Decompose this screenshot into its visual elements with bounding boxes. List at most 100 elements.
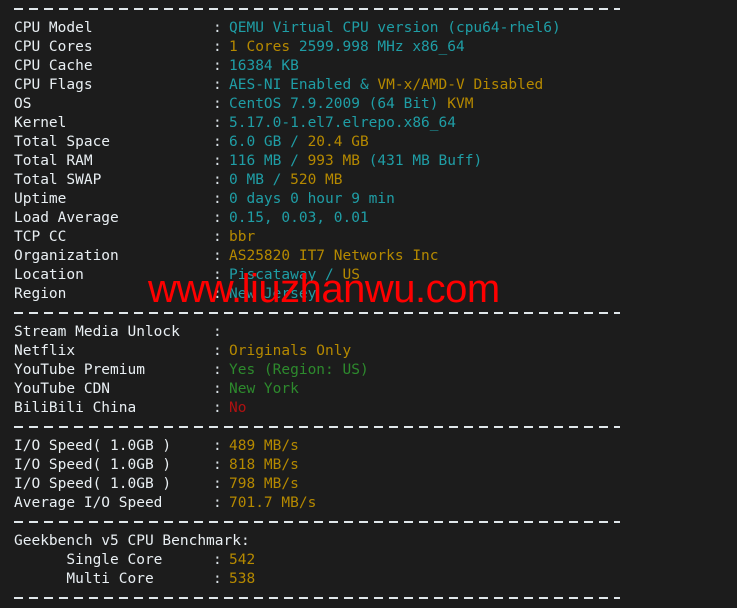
value-segment: 2599.998 MHz x86_64 <box>290 39 465 55</box>
value-segment: AS25820 IT7 Networks Inc <box>229 248 439 264</box>
row-colon: : <box>213 77 222 93</box>
section-io-speed: I/O Speed( 1.0GB ):489 MB/s I/O Speed( 1.… <box>0 437 737 513</box>
row-colon: : <box>213 115 222 131</box>
row-colon: : <box>213 39 222 55</box>
info-row-single-core: Single Core:542 <box>0 551 737 570</box>
value-segment: 701.7 MB/s <box>229 495 317 511</box>
value-segment: VM-x/AMD-V Disabled <box>377 77 544 93</box>
value-segment: 520 MB <box>290 172 343 188</box>
row-value: AES-NI Enabled & VM-x/AMD-V Disabled <box>229 77 543 93</box>
row-value: Originals Only <box>229 343 351 359</box>
value-segment: 20.4 GB <box>307 134 369 150</box>
row-colon: : <box>213 343 222 359</box>
row-label: BiliBili China <box>14 400 137 416</box>
info-row-uptime: Uptime:0 days 0 hour 9 min <box>0 190 737 209</box>
row-value: 0.15, 0.03, 0.01 <box>229 210 369 226</box>
value-segment: 489 MB/s <box>229 438 299 454</box>
value-segment: 0 MB / <box>229 172 291 188</box>
row-label: Total RAM <box>14 153 93 169</box>
row-label: CPU Cache <box>14 58 93 74</box>
row-label: Kernel <box>14 115 67 131</box>
row-colon: : <box>213 457 222 473</box>
info-row-stream-media-unlock: Stream Media Unlock: <box>0 323 737 342</box>
section-geekbench: Single Core:542 Multi Core:538 <box>0 551 737 589</box>
row-colon: : <box>213 571 222 587</box>
value-segment: New Jersey <box>229 286 317 302</box>
row-value: 818 MB/s <box>229 457 299 473</box>
row-value: 116 MB / 993 MB (431 MB Buff) <box>229 153 482 169</box>
separator-io <box>0 418 737 437</box>
info-row-i-o-speed-1-0gb: I/O Speed( 1.0GB ):798 MB/s <box>0 475 737 494</box>
info-row-region: Region: New Jersey <box>0 285 737 304</box>
row-value: AS25820 IT7 Networks Inc <box>229 248 439 264</box>
row-label: Total Space <box>14 134 111 150</box>
row-value: bbr <box>229 229 255 245</box>
row-label: Load Average <box>14 210 119 226</box>
dashed-rule <box>14 521 620 523</box>
value-segment: & <box>351 77 378 93</box>
value-segment: New York <box>229 381 299 397</box>
row-label: Uptime <box>14 191 67 207</box>
row-colon: : <box>213 20 222 36</box>
row-value: Piscataway / US <box>229 267 360 283</box>
row-colon: : <box>213 400 222 416</box>
info-row-multi-core: Multi Core:538 <box>0 570 737 589</box>
row-colon: : <box>213 96 222 112</box>
value-segment: Originals Only <box>229 343 352 359</box>
row-label: Location <box>14 267 84 283</box>
row-colon: : <box>213 495 222 511</box>
value-segment: No <box>229 400 247 416</box>
row-label: Organization <box>14 248 119 264</box>
info-row-os: OS: CentOS 7.9.2009 (64 Bit) KVM <box>0 95 737 114</box>
value-segment: (431 MB Buff) <box>359 153 483 169</box>
row-colon: : <box>213 210 222 226</box>
info-row-total-ram: Total RAM:116 MB / 993 MB (431 MB Buff) <box>0 152 737 171</box>
row-label: I/O Speed( 1.0GB ) <box>14 476 172 492</box>
row-value: CentOS 7.9.2009 (64 Bit) KVM <box>229 96 473 112</box>
info-row-netflix: Netflix: Originals Only <box>0 342 737 361</box>
row-colon: : <box>213 229 222 245</box>
row-label: Total SWAP <box>14 172 102 188</box>
row-colon: : <box>213 134 222 150</box>
row-label: OS <box>14 96 32 112</box>
row-label: CPU Model <box>14 20 93 36</box>
dashed-rule <box>14 312 620 314</box>
row-value: 538 <box>229 571 255 587</box>
row-label: YouTube Premium <box>14 362 145 378</box>
row-value: 489 MB/s <box>229 438 299 454</box>
info-row-youtube-premium: YouTube Premium: Yes (Region: US) <box>0 361 737 380</box>
row-value: QEMU Virtual CPU version (cpu64-rhel6) <box>229 20 561 36</box>
separator-stream <box>0 304 737 323</box>
row-value: 1 Cores 2599.998 MHz x86_64 <box>229 39 465 55</box>
row-colon: : <box>213 153 222 169</box>
value-segment: Piscataway / <box>229 267 343 283</box>
info-row-i-o-speed-1-0gb: I/O Speed( 1.0GB ):818 MB/s <box>0 456 737 475</box>
row-colon: : <box>213 438 222 454</box>
info-row-load-average: Load Average:0.15, 0.03, 0.01 <box>0 209 737 228</box>
value-segment: 0 days 0 hour 9 min <box>229 191 395 207</box>
section-stream-media: Stream Media Unlock: Netflix: Originals On… <box>0 323 737 418</box>
value-segment: 5.17.0-1.el7.elrepo.x86_64 <box>229 115 456 131</box>
row-colon: : <box>213 552 222 568</box>
value-segment: 0.15, 0.03, 0.01 <box>229 210 369 226</box>
row-colon: : <box>213 324 222 340</box>
separator-bottom <box>0 589 737 608</box>
info-row-average-i-o-speed: Average I/O Speed:701.7 MB/s <box>0 494 737 513</box>
row-value: 5.17.0-1.el7.elrepo.x86_64 <box>229 115 456 131</box>
row-value: 798 MB/s <box>229 476 299 492</box>
row-value: No <box>229 400 246 416</box>
row-value: 16384 KB <box>229 58 299 74</box>
row-label: Stream Media Unlock <box>14 324 180 340</box>
row-value: 701.7 MB/s <box>229 495 316 511</box>
row-colon: : <box>213 248 222 264</box>
value-segment: CentOS 7.9.2009 (64 Bit) <box>229 96 448 112</box>
dashed-rule <box>14 8 620 10</box>
row-label: I/O Speed( 1.0GB ) <box>14 438 172 454</box>
row-colon: : <box>213 362 222 378</box>
terminal-output: CPU Model: QEMU Virtual CPU version (cpu6… <box>0 0 737 599</box>
row-value: New Jersey <box>229 286 316 302</box>
info-row-i-o-speed-1-0gb: I/O Speed( 1.0GB ):489 MB/s <box>0 437 737 456</box>
row-label: Single Core <box>14 552 163 568</box>
row-value: New York <box>229 381 299 397</box>
value-segment: Yes (Region: US) <box>229 362 369 378</box>
